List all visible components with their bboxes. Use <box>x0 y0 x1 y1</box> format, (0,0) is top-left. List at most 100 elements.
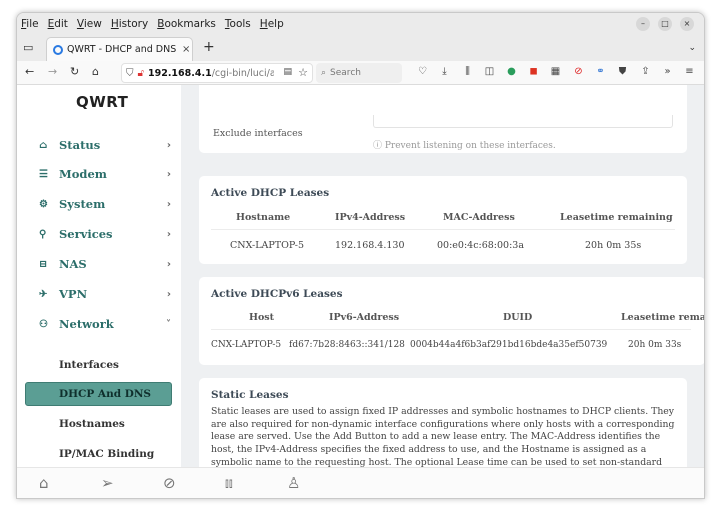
column-header-leasetime: Leasetime remain <box>621 312 704 323</box>
search-placeholder: Search <box>330 68 361 78</box>
forward-icon[interactable]: → <box>48 65 57 79</box>
url-bar[interactable]: ⛉ 🔓︎ 192.168.4.1 /cgi-bin/luci/admin/net… <box>121 63 313 83</box>
sidebar-subitem-hostnames[interactable]: Hostnames <box>59 418 125 430</box>
tab-active[interactable]: QWRT - DHCP and DNS - LuCI × <box>46 37 193 61</box>
cell-duid: 0004b44a4f6b3af291bd16bde4a35ef50739 <box>410 340 608 350</box>
menu-edit[interactable]: Edit <box>48 18 68 30</box>
minimize-button[interactable]: – <box>636 17 650 31</box>
cell-ipv4: 192.168.4.130 <box>335 240 405 251</box>
extension-grid-icon[interactable]: ▦ <box>549 66 562 78</box>
pocket-icon[interactable]: ♡ <box>416 66 429 78</box>
sidebar-icon[interactable]: ◫ <box>483 66 496 78</box>
cell-mac: 00:e0:4c:68:00:3a <box>437 240 525 251</box>
drive-icon: ⊟ <box>39 258 48 270</box>
sidebar-subitem-dhcp-dns[interactable]: DHCP And DNS <box>25 382 172 406</box>
exclude-interfaces-select[interactable] <box>373 115 673 128</box>
menu-history[interactable]: History <box>111 18 148 30</box>
menu-bookmarks[interactable]: Bookmarks <box>157 18 216 30</box>
chevron-right-icon: › <box>166 288 171 300</box>
reader-view-icon[interactable]: ▤ <box>283 67 292 77</box>
sidebar-subitem-ip-mac-binding[interactable]: IP/MAC Binding <box>59 448 154 460</box>
extension-link-icon[interactable]: ⚭ <box>594 66 607 78</box>
shield-icon[interactable]: ⛉ <box>126 68 134 79</box>
table-divider <box>211 329 691 330</box>
menu-file[interactable]: File <box>21 18 39 30</box>
sidebar-item-nas[interactable]: ⊟ NAS › <box>39 254 171 274</box>
column-header-ipv4: IPv4-Address <box>335 212 406 223</box>
chevron-right-icon: › <box>166 168 171 180</box>
sidebar-item-status[interactable]: ⌂ Status › <box>39 135 171 155</box>
block-icon[interactable]: ⊘ <box>572 66 585 78</box>
cell-leasetime: 20h 0m 35s <box>585 240 642 251</box>
home-icon[interactable]: ⌂ <box>92 65 99 79</box>
tab-close-icon[interactable]: × <box>182 44 190 55</box>
dhcpv6-leases-title: Active DHCPv6 Leases <box>211 288 343 300</box>
search-input[interactable]: ⌕ Search <box>316 63 402 83</box>
cell-host: CNX-LAPTOP-5 <box>211 340 282 350</box>
stats-icon[interactable]: ⫾⫾ <box>225 474 233 492</box>
tab-list-icon[interactable]: ▭ <box>23 41 33 54</box>
back-icon[interactable]: ← <box>25 65 34 79</box>
cell-hostname: CNX-LAPTOP-5 <box>230 240 305 251</box>
sidebar-item-label: Status <box>59 138 101 152</box>
chevron-right-icon: › <box>166 258 171 270</box>
download-icon[interactable]: ⤓ <box>438 66 451 78</box>
menu-help[interactable]: Help <box>260 18 284 30</box>
menu-tools[interactable]: Tools <box>225 18 251 30</box>
sidebar-item-vpn[interactable]: ✈ VPN › <box>39 284 171 304</box>
new-tab-button[interactable]: + <box>203 40 215 54</box>
sidebar-item-services[interactable]: ⚲ Services › <box>39 224 171 244</box>
cell-ipv6: fd67:7b28:8463::341/128 <box>289 340 405 350</box>
user-icon[interactable]: ♙ <box>287 474 300 492</box>
send-icon[interactable]: ➢ <box>101 474 114 492</box>
extension-red-icon[interactable]: ◼ <box>527 66 540 78</box>
search-icon: ⌕ <box>321 68 327 78</box>
sidebar-subitem-interfaces[interactable]: Interfaces <box>59 359 119 371</box>
library-icon[interactable]: ⫼ <box>461 66 474 78</box>
sidebar-item-label: System <box>59 197 106 211</box>
sidebar-item-modem[interactable]: ☰ Modem › <box>39 164 171 184</box>
extension-green-icon[interactable]: ● <box>505 66 518 78</box>
page-viewport: QWRT ⌂ Status › ☰ Modem › ⚙ System › ⚲ S… <box>17 85 704 498</box>
exclude-hint-text: Prevent listening on these interfaces. <box>384 141 556 151</box>
home-icon[interactable]: ⌂ <box>39 474 49 492</box>
app-menu-icon[interactable]: ≡ <box>683 66 696 78</box>
menu-bar: File Edit View History Bookmarks Tools H… <box>17 13 704 35</box>
sidebar-item-label: Modem <box>59 167 107 181</box>
exclude-interfaces-label: Exclude interfaces <box>213 128 303 139</box>
sidebar: QWRT ⌂ Status › ☰ Modem › ⚙ System › ⚲ S… <box>17 85 181 467</box>
bottom-nav-bar: ⌂ ➢ ⊘ ⫾⫾ ♙ <box>17 467 704 498</box>
sidebar-item-label: VPN <box>59 287 88 301</box>
network-icon: ⚇ <box>39 318 48 330</box>
sidebar-item-label: Network <box>59 317 114 331</box>
column-header-ipv6: IPv6-Address <box>329 312 400 323</box>
menu-view[interactable]: View <box>77 18 102 30</box>
database-icon: ☰ <box>39 168 48 180</box>
column-header-host: Host <box>249 312 275 323</box>
table-divider <box>211 229 675 230</box>
chevron-down-icon[interactable]: ⌄ <box>688 43 696 53</box>
insecure-lock-icon[interactable]: 🔓︎ <box>138 68 144 79</box>
browser-window: File Edit View History Bookmarks Tools H… <box>16 12 705 499</box>
favicon-icon <box>53 44 63 55</box>
overflow-icon[interactable]: » <box>661 66 674 78</box>
window-controls: – □ × <box>636 17 694 31</box>
column-header-hostname: Hostname <box>236 212 291 223</box>
close-window-button[interactable]: × <box>680 17 694 31</box>
sidebar-item-system[interactable]: ⚙ System › <box>39 194 171 214</box>
navigation-bar: ← → ↻ ⌂ ⛉ 🔓︎ 192.168.4.1 /cgi-bin/luci/a… <box>17 61 704 85</box>
tab-title: QWRT - DHCP and DNS - LuCI <box>67 44 179 55</box>
sidebar-item-label: NAS <box>59 257 87 271</box>
home-icon: ⌂ <box>39 139 48 151</box>
sidebar-item-network[interactable]: ⚇ Network ˅ <box>39 314 171 334</box>
sidebar-item-label: Services <box>59 227 113 241</box>
extension-shield-icon[interactable]: ⛊ <box>616 66 629 78</box>
reload-icon[interactable]: ↻ <box>70 65 79 79</box>
brand-logo: QWRT <box>76 93 129 111</box>
share-icon[interactable]: ⇪ <box>639 66 652 78</box>
maximize-button[interactable]: □ <box>658 17 672 31</box>
settings-card: Exclude interfaces ⓘ Prevent listening o… <box>199 85 687 153</box>
bookmark-star-icon[interactable]: ☆ <box>298 66 308 79</box>
column-header-mac: MAC-Address <box>443 212 515 223</box>
compass-icon[interactable]: ⊘ <box>163 474 176 492</box>
